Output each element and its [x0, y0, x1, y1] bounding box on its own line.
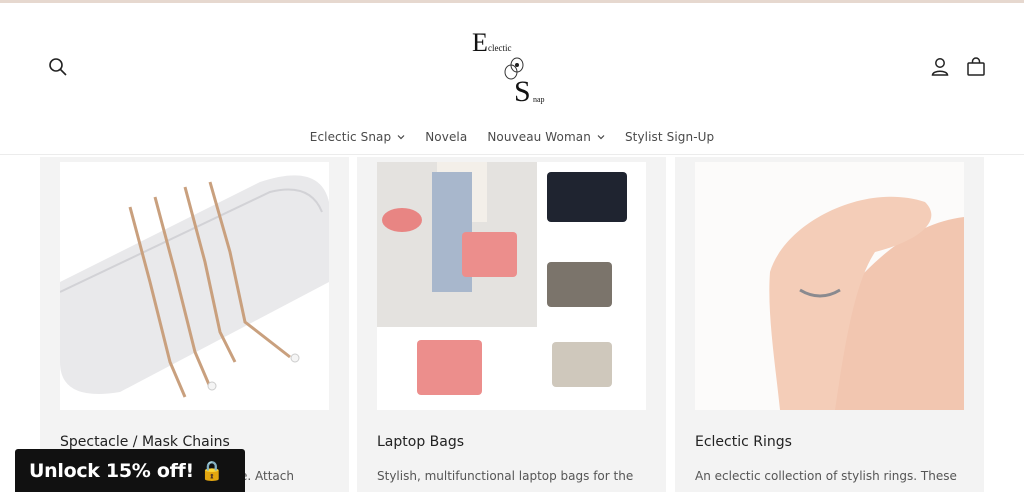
nav-label: Novela: [425, 130, 468, 144]
nav-label: Nouveau Woman: [487, 130, 591, 144]
card-title[interactable]: Laptop Bags: [377, 434, 464, 450]
chevron-down-icon: [597, 135, 605, 140]
promo-label: Unlock 15% off! 🔒: [29, 460, 224, 482]
logo-word-bottom: nap: [533, 95, 545, 104]
unlock-discount-button[interactable]: Unlock 15% off! 🔒: [15, 449, 245, 492]
main-navigation: Eclectic Snap Novela Nouveau Woman Styli…: [0, 130, 1024, 144]
chevron-down-icon: [397, 135, 405, 140]
logo-word-top: clectic: [488, 43, 511, 53]
card-description: Stylish, multifunctional laptop bags for…: [377, 469, 634, 483]
collection-grid: Spectacle / Mask Chains e. Attach Laptop…: [0, 155, 1024, 492]
card-title[interactable]: Spectacle / Mask Chains: [60, 434, 230, 450]
product-image-laptop-bags[interactable]: [377, 162, 646, 410]
logo-mark: E clectic S nap: [472, 28, 545, 108]
logo-letter-top: E: [472, 28, 488, 57]
nav-item-stylist-sign-up[interactable]: Stylist Sign-Up: [615, 130, 724, 144]
logo-letter-bottom: S: [514, 75, 531, 108]
site-logo[interactable]: E clectic S nap: [466, 25, 558, 109]
collection-card-laptop-bags[interactable]: Laptop Bags Stylish, multifunctional lap…: [357, 157, 666, 492]
account-icon[interactable]: [928, 55, 952, 79]
product-image-chains[interactable]: [60, 162, 329, 410]
cart-icon[interactable]: [964, 55, 988, 79]
site-header: E clectic S nap Eclectic Snap Novela Nou…: [0, 3, 1024, 155]
search-icon[interactable]: [46, 55, 70, 79]
collection-card-chains[interactable]: Spectacle / Mask Chains e. Attach: [40, 157, 349, 492]
card-description: e. Attach: [240, 469, 294, 483]
card-title[interactable]: Eclectic Rings: [695, 434, 792, 450]
product-image-rings[interactable]: [695, 162, 964, 410]
nav-item-novela[interactable]: Novela: [415, 130, 477, 144]
nav-label: Stylist Sign-Up: [624, 130, 715, 144]
collection-card-rings[interactable]: Eclectic Rings An eclectic collection of…: [675, 157, 984, 492]
nav-item-eclectic-snap[interactable]: Eclectic Snap: [300, 130, 415, 144]
nav-item-nouveau-woman[interactable]: Nouveau Woman: [477, 130, 615, 144]
card-description: An eclectic collection of stylish rings.…: [695, 469, 957, 483]
nav-label: Eclectic Snap: [309, 130, 392, 144]
